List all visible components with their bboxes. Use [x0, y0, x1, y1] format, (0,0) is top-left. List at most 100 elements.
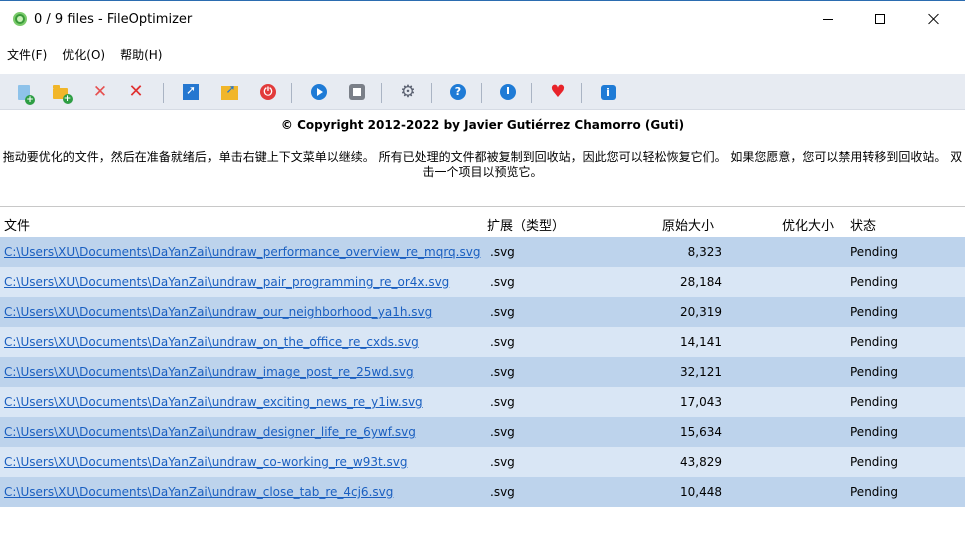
settings-icon: ⚙ — [400, 81, 416, 102]
original-size: 14,141 — [680, 335, 722, 349]
clear-list-button[interactable]: ✕ — [126, 82, 146, 102]
donate-heart-icon: ♥ — [550, 81, 566, 102]
file-status: Pending — [850, 245, 898, 259]
file-path-link[interactable]: C:\Users\XU\Documents\DaYanZai\undraw_on… — [4, 335, 485, 349]
stop-icon — [349, 84, 365, 100]
table-row[interactable]: C:\Users\XU\Documents\DaYanZai\undraw_pe… — [0, 237, 965, 267]
exit-button[interactable]: ⏻ — [258, 82, 278, 102]
original-size: 17,043 — [680, 395, 722, 409]
file-extension: .svg — [490, 305, 515, 319]
file-status: Pending — [850, 275, 898, 289]
open-folder-icon — [220, 82, 238, 100]
settings-button[interactable]: ⚙ — [398, 82, 418, 102]
file-path-link[interactable]: C:\Users\XU\Documents\DaYanZai\undraw_ex… — [4, 395, 485, 409]
stop-button[interactable] — [347, 82, 367, 102]
original-size: 15,634 — [680, 425, 722, 439]
check-updates-button[interactable] — [498, 82, 518, 102]
toolbar-separator — [381, 83, 382, 103]
original-size: 32,121 — [680, 365, 722, 379]
file-path-link[interactable]: C:\Users\XU\Documents\DaYanZai\undraw_de… — [4, 425, 485, 439]
original-size: 43,829 — [680, 455, 722, 469]
copyright-text: © Copyright 2012-2022 by Javier Gutiérre… — [280, 118, 685, 132]
add-files-icon — [18, 84, 35, 105]
file-status: Pending — [850, 365, 898, 379]
file-status: Pending — [850, 305, 898, 319]
toolbar-separator — [163, 83, 164, 103]
original-size: 10,448 — [680, 485, 722, 499]
toolbar-separator — [291, 83, 292, 103]
original-size: 8,323 — [687, 245, 722, 259]
file-extension: .svg — [490, 485, 515, 499]
menu-bar: 文件(F) 优化(O) 帮助(H) — [0, 42, 170, 66]
remove-file-icon: ✕ — [92, 81, 108, 102]
file-path-link[interactable]: C:\Users\XU\Documents\DaYanZai\undraw_cl… — [4, 485, 485, 499]
optimize-button[interactable] — [309, 82, 329, 102]
file-status: Pending — [850, 335, 898, 349]
table-row[interactable]: C:\Users\XU\Documents\DaYanZai\undraw_ex… — [0, 387, 965, 417]
column-header-optimized-size[interactable]: 优化大小 — [782, 215, 834, 234]
donate-button[interactable]: ♥ — [548, 82, 568, 102]
maximize-button[interactable] — [857, 1, 903, 37]
file-status: Pending — [850, 485, 898, 499]
table-row[interactable]: C:\Users\XU\Documents\DaYanZai\undraw_ou… — [0, 297, 965, 327]
menu-file[interactable]: 文件(F) — [0, 46, 55, 63]
open-icon — [183, 83, 199, 100]
file-extension: .svg — [490, 365, 515, 379]
add-files-button[interactable] — [14, 82, 35, 105]
file-path-link[interactable]: C:\Users\XU\Documents\DaYanZai\undraw_ou… — [4, 305, 485, 319]
add-folder-icon — [52, 84, 73, 104]
table-row[interactable]: C:\Users\XU\Documents\DaYanZai\undraw_on… — [0, 327, 965, 357]
table-row[interactable]: C:\Users\XU\Documents\DaYanZai\undraw_cl… — [0, 477, 965, 507]
file-status: Pending — [850, 425, 898, 439]
remove-file-button[interactable]: ✕ — [90, 82, 110, 102]
table-row[interactable]: C:\Users\XU\Documents\DaYanZai\undraw_de… — [0, 417, 965, 447]
file-path-link[interactable]: C:\Users\XU\Documents\DaYanZai\undraw_pa… — [4, 275, 485, 289]
maximize-icon — [875, 14, 885, 24]
file-path-link[interactable]: C:\Users\XU\Documents\DaYanZai\undraw_co… — [4, 455, 485, 469]
about-icon: i — [600, 84, 616, 100]
file-extension: .svg — [490, 275, 515, 289]
column-header-original-size[interactable]: 原始大小 — [662, 215, 714, 234]
file-status: Pending — [850, 395, 898, 409]
table-body: C:\Users\XU\Documents\DaYanZai\undraw_pe… — [0, 237, 965, 507]
original-size: 28,184 — [680, 275, 722, 289]
optimize-icon — [311, 84, 327, 100]
minimize-button[interactable] — [805, 1, 851, 37]
file-extension: .svg — [490, 455, 515, 469]
about-button[interactable]: i — [598, 82, 618, 102]
menu-optimize[interactable]: 优化(O) — [55, 46, 113, 63]
file-path-link[interactable]: C:\Users\XU\Documents\DaYanZai\undraw_pe… — [4, 245, 485, 259]
toolbar-separator — [531, 83, 532, 103]
close-button[interactable] — [911, 1, 957, 37]
toolbar-separator — [581, 83, 582, 103]
file-path-link[interactable]: C:\Users\XU\Documents\DaYanZai\undraw_im… — [4, 365, 485, 379]
toolbar-separator — [431, 83, 432, 103]
instructions-text: 拖动要优化的文件，然后在准备就绪后，单击右键上下文菜单以继续。 所有已处理的文件… — [2, 150, 963, 179]
clear-list-icon: ✕ — [128, 81, 144, 102]
table-row[interactable]: C:\Users\XU\Documents\DaYanZai\undraw_im… — [0, 357, 965, 387]
table-row[interactable]: C:\Users\XU\Documents\DaYanZai\undraw_co… — [0, 447, 965, 477]
original-size: 20,319 — [680, 305, 722, 319]
toolbar-separator — [481, 83, 482, 103]
file-extension: .svg — [490, 335, 515, 349]
file-status: Pending — [850, 455, 898, 469]
menu-help[interactable]: 帮助(H) — [113, 46, 170, 63]
column-header-status[interactable]: 状态 — [850, 215, 876, 234]
column-header-file[interactable]: 文件 — [4, 215, 30, 234]
open-folder-button[interactable] — [219, 82, 239, 102]
help-button[interactable]: ? — [448, 82, 468, 102]
exit-icon: ⏻ — [260, 84, 276, 100]
open-button[interactable] — [181, 82, 201, 102]
window-title: 0 / 9 files - FileOptimizer — [34, 12, 193, 27]
minimize-icon — [823, 18, 833, 20]
file-table: 文件 扩展（类型） 原始大小 优化大小 状态 C:\Users\XU\Docum… — [0, 206, 965, 507]
file-extension: .svg — [490, 395, 515, 409]
fileoptimizer-app-icon — [13, 12, 27, 26]
table-header: 文件 扩展（类型） 原始大小 优化大小 状态 — [0, 206, 965, 237]
toolbar: ✕ ✕ ⏻ ⚙ ? ♥ i — [0, 74, 965, 110]
add-folder-button[interactable] — [50, 82, 73, 104]
table-row[interactable]: C:\Users\XU\Documents\DaYanZai\undraw_pa… — [0, 267, 965, 297]
close-icon — [928, 13, 940, 25]
check-updates-icon — [500, 84, 516, 100]
column-header-extension[interactable]: 扩展（类型） — [487, 215, 565, 234]
